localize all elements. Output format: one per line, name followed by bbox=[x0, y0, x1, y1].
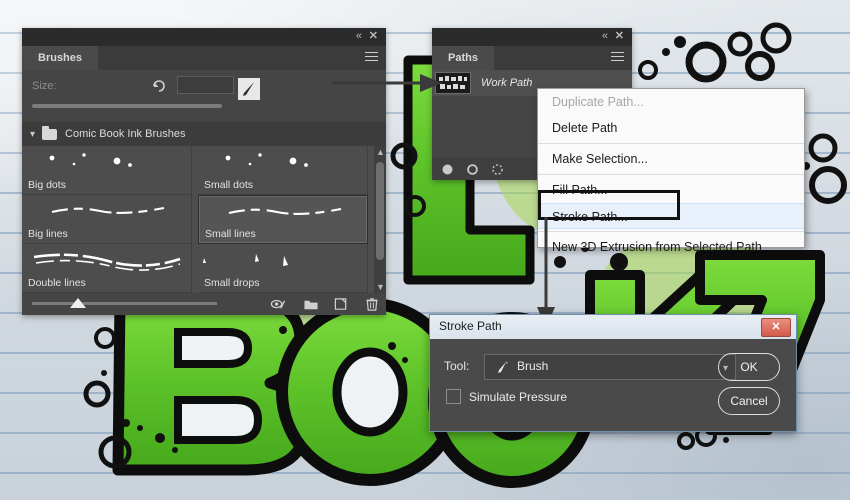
close-icon[interactable]: ✕ bbox=[615, 30, 624, 43]
folder-icon bbox=[42, 125, 58, 140]
simulate-pressure-checkbox[interactable] bbox=[446, 389, 461, 404]
brush-cell[interactable]: Double lines bbox=[22, 244, 192, 293]
dialog-body: Tool: Brush ▾ Simulate Pressure OK Cance… bbox=[430, 339, 796, 431]
brush-cell[interactable]: Big lines bbox=[22, 195, 192, 244]
path-name-label: Work Path bbox=[481, 77, 533, 89]
menu-item[interactable]: Stroke Path... bbox=[538, 203, 804, 229]
collapse-icon[interactable]: « bbox=[602, 30, 608, 43]
stroke-path-dialog: Stroke Path ✕ Tool: Brush ▾ Simulate Pre… bbox=[429, 314, 797, 432]
cancel-button[interactable]: Cancel bbox=[718, 387, 780, 415]
close-window-icon[interactable]: ✕ bbox=[761, 318, 791, 337]
hamburger-menu-icon[interactable] bbox=[365, 52, 378, 63]
brush-stroke-preview bbox=[33, 253, 181, 271]
brush-size-footer-handle[interactable] bbox=[70, 298, 86, 308]
ok-button[interactable]: OK bbox=[718, 353, 780, 381]
brush-stroke-preview bbox=[228, 207, 342, 215]
brushes-panel: « ✕ Brushes Size: ▾ Comic Book Ink Brush… bbox=[22, 28, 386, 315]
new-brush-icon[interactable] bbox=[333, 297, 349, 312]
menu-separator bbox=[538, 143, 804, 144]
brush-name-label: Small dots bbox=[204, 179, 254, 191]
menu-item[interactable]: Fill Path... bbox=[538, 177, 804, 203]
tool-select[interactable]: Brush ▾ bbox=[484, 354, 736, 380]
brush-cell[interactable]: Small dots bbox=[198, 146, 368, 195]
size-slider[interactable] bbox=[32, 104, 222, 108]
brush-stroke-preview bbox=[49, 153, 132, 167]
fill-path-icon[interactable] bbox=[441, 163, 454, 176]
brush-preview-icon[interactable] bbox=[238, 78, 260, 100]
hamburger-menu-icon[interactable] bbox=[611, 52, 624, 63]
brush-grid: Big dots Small dots Big lines Small lines Do… bbox=[22, 146, 374, 293]
brushes-tabrow: Brushes bbox=[22, 46, 386, 70]
tool-label: Tool: bbox=[444, 359, 470, 373]
brush-cell[interactable]: Small drops bbox=[198, 244, 368, 293]
brush-grid-scrollbar[interactable]: ▲ ▼ bbox=[374, 146, 386, 293]
screenshot-stage: « ✕ Brushes Size: ▾ Comic Book Ink Brush… bbox=[0, 0, 850, 500]
brushes-panel-footer bbox=[22, 293, 386, 315]
chevron-down-icon[interactable]: ▾ bbox=[30, 129, 35, 140]
brush-name-label: Big dots bbox=[28, 179, 66, 191]
delete-brush-icon[interactable] bbox=[364, 297, 380, 312]
dialog-content: Tool: Brush ▾ Simulate Pressure OK Cance… bbox=[436, 343, 790, 425]
size-label: Size: bbox=[32, 80, 57, 92]
scrollbar-thumb[interactable] bbox=[376, 162, 384, 260]
brushes-panel-titlebar: « ✕ bbox=[22, 28, 386, 46]
path-thumbnail bbox=[435, 72, 471, 94]
paths-tabrow: Paths bbox=[432, 46, 632, 70]
brush-name-label: Big lines bbox=[28, 228, 68, 240]
scroll-down-icon[interactable]: ▼ bbox=[376, 282, 385, 292]
brush-size-row: Size: bbox=[22, 70, 386, 122]
live-brush-tip-icon[interactable] bbox=[270, 297, 286, 312]
menu-separator bbox=[538, 231, 804, 232]
open-preset-folder-icon[interactable] bbox=[303, 297, 319, 312]
tab-paths[interactable]: Paths bbox=[432, 46, 494, 70]
stroke-path-icon[interactable] bbox=[466, 163, 479, 176]
brush-stroke-preview bbox=[225, 153, 308, 167]
reset-arrow-icon[interactable] bbox=[151, 77, 167, 93]
dialog-titlebar: Stroke Path ✕ bbox=[430, 315, 796, 340]
menu-item: Duplicate Path... bbox=[552, 95, 644, 109]
brush-stroke-preview bbox=[51, 206, 165, 214]
dialog-title: Stroke Path bbox=[439, 319, 502, 333]
brush-name-label: Small drops bbox=[204, 277, 260, 289]
brush-group-label: Comic Book Ink Brushes bbox=[65, 128, 186, 140]
brush-cell[interactable]: Big dots bbox=[22, 146, 192, 195]
menu-item[interactable]: Delete Path bbox=[538, 115, 804, 141]
brush-name-label: Small lines bbox=[205, 228, 256, 240]
brush-group-row[interactable]: ▾ Comic Book Ink Brushes bbox=[22, 122, 386, 146]
simulate-pressure-row[interactable]: Simulate Pressure bbox=[446, 389, 567, 404]
tab-brushes[interactable]: Brushes bbox=[22, 46, 99, 70]
path-context-menu: Duplicate Path... Delete Path Make Selecti… bbox=[537, 88, 805, 254]
make-selection-icon[interactable] bbox=[491, 163, 504, 176]
brush-size-footer-slider[interactable] bbox=[32, 302, 217, 305]
menu-item[interactable]: New 3D Extrusion from Selected Path bbox=[538, 234, 804, 260]
tool-value: Brush bbox=[517, 359, 549, 373]
brush-icon bbox=[498, 361, 508, 373]
brush-stroke-preview bbox=[203, 254, 288, 266]
paths-panel-titlebar: « ✕ bbox=[432, 28, 632, 46]
menu-separator bbox=[538, 174, 804, 175]
simulate-pressure-label: Simulate Pressure bbox=[469, 389, 568, 404]
size-input[interactable] bbox=[177, 76, 234, 94]
menu-item[interactable]: Make Selection... bbox=[538, 146, 804, 172]
scroll-up-icon[interactable]: ▲ bbox=[376, 147, 385, 157]
brush-cell[interactable]: Small lines bbox=[198, 195, 368, 244]
brush-name-label: Double lines bbox=[28, 277, 86, 289]
close-icon[interactable]: ✕ bbox=[369, 30, 378, 43]
collapse-icon[interactable]: « bbox=[356, 30, 362, 43]
